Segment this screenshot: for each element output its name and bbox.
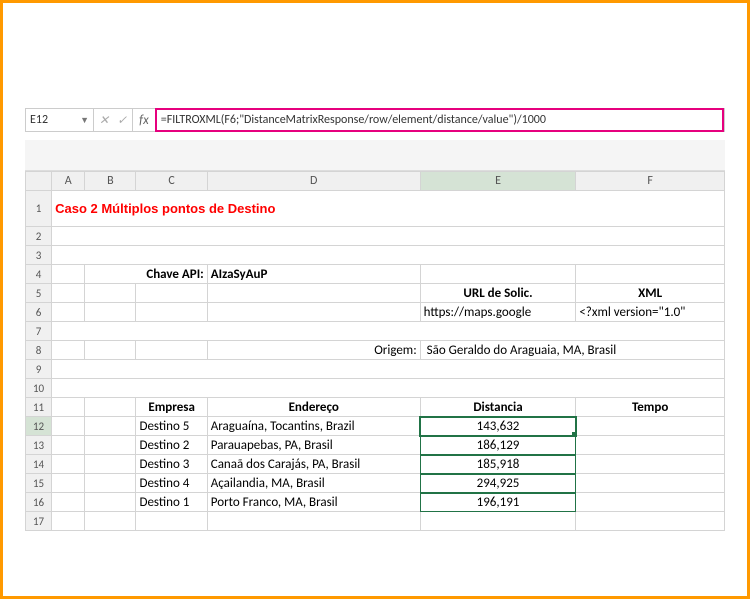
sheet-title[interactable]: Caso 2 Múltiplos pontos de Destino: [52, 191, 725, 227]
select-all-corner[interactable]: [26, 172, 52, 191]
row-header-6[interactable]: 6: [26, 303, 52, 322]
col-header-A[interactable]: A: [52, 172, 85, 191]
cell-endereco[interactable]: Açailandia, MA, Brasil: [207, 474, 420, 493]
origem-label[interactable]: Origem:: [207, 341, 420, 360]
cell-tempo[interactable]: [576, 493, 725, 512]
row-4: 4 Chave API: AIzaSyAuP: [26, 265, 725, 284]
th-distancia[interactable]: Distancia: [420, 398, 576, 417]
cell-endereco[interactable]: Araguaína, Tocantins, Brazil: [207, 417, 420, 436]
col-header-C[interactable]: C: [136, 172, 207, 191]
row-header-14[interactable]: 14: [26, 455, 52, 474]
col-header-D[interactable]: D: [207, 172, 420, 191]
url-value[interactable]: https://maps.google: [420, 303, 576, 322]
row-header-2[interactable]: 2: [26, 227, 52, 246]
row-header-10[interactable]: 10: [26, 379, 52, 398]
table-row: 14 Destino 3 Canaã dos Carajás, PA, Bras…: [26, 455, 725, 474]
formula-enter-icon[interactable]: ✓: [117, 113, 127, 128]
xml-header[interactable]: XML: [576, 284, 725, 303]
row-header-11[interactable]: 11: [26, 398, 52, 417]
cell-empresa[interactable]: Destino 2: [136, 436, 207, 455]
fill-handle-icon[interactable]: [572, 432, 576, 436]
cell-tempo[interactable]: [576, 455, 725, 474]
cell-distancia[interactable]: 185,918: [420, 455, 576, 474]
row-header-13[interactable]: 13: [26, 436, 52, 455]
cell-empresa[interactable]: Destino 1: [136, 493, 207, 512]
origem-value[interactable]: São Geraldo do Araguaia, MA, Brasil: [420, 341, 724, 360]
row-header-9[interactable]: 9: [26, 360, 52, 379]
row-header-3[interactable]: 3: [26, 246, 52, 265]
col-header-F[interactable]: F: [576, 172, 725, 191]
cell-empresa[interactable]: Destino 4: [136, 474, 207, 493]
name-box-text: E12: [30, 113, 80, 127]
name-box[interactable]: E12 ▼: [26, 109, 94, 131]
formula-input[interactable]: =FILTROXML(F6;"DistanceMatrixResponse/ro…: [155, 108, 724, 132]
formula-bar: E12 ▼ ✕ ✓ fx =FILTROXML(F6;"DistanceMatr…: [25, 108, 725, 132]
cell-distancia[interactable]: 186,129: [420, 436, 576, 455]
row-header-12[interactable]: 12: [26, 417, 52, 436]
cell-empresa[interactable]: Destino 3: [136, 455, 207, 474]
table-row: 15 Destino 4 Açailandia, MA, Brasil 294,…: [26, 474, 725, 493]
spreadsheet-grid[interactable]: A B C D E F 1 Caso 2 Múltiplos pontos de…: [25, 171, 725, 531]
row-header-7[interactable]: 7: [26, 322, 52, 341]
row-1: 1 Caso 2 Múltiplos pontos de Destino: [26, 191, 725, 227]
xml-value[interactable]: <?xml version="1.0": [576, 303, 725, 322]
cell-distancia[interactable]: 294,925: [420, 474, 576, 493]
th-empresa[interactable]: Empresa: [136, 398, 207, 417]
row-header-8[interactable]: 8: [26, 341, 52, 360]
api-label[interactable]: Chave API:: [85, 265, 208, 284]
row-8: 8 Origem: São Geraldo do Araguaia, MA, B…: [26, 341, 725, 360]
col-header-B[interactable]: B: [85, 172, 136, 191]
row-11-headers: 11 Empresa Endereço Distancia Tempo: [26, 398, 725, 417]
table-row: 13 Destino 2 Parauapebas, PA, Brasil 186…: [26, 436, 725, 455]
table-row: 16 Destino 1 Porto Franco, MA, Brasil 19…: [26, 493, 725, 512]
th-tempo[interactable]: Tempo: [576, 398, 725, 417]
formula-cancel-icon[interactable]: ✕: [99, 113, 109, 128]
row-header-4[interactable]: 4: [26, 265, 52, 284]
window-frame: E12 ▼ ✕ ✓ fx =FILTROXML(F6;"DistanceMatr…: [0, 0, 750, 599]
cell-endereco[interactable]: Canaã dos Carajás, PA, Brasil: [207, 455, 420, 474]
row-header-15[interactable]: 15: [26, 474, 52, 493]
th-endereco[interactable]: Endereço: [207, 398, 420, 417]
row-header-1[interactable]: 1: [26, 191, 52, 227]
column-headers: A B C D E F: [26, 172, 725, 191]
url-header[interactable]: URL de Solic.: [420, 284, 576, 303]
row-5: 5 URL de Solic. XML: [26, 284, 725, 303]
name-box-dropdown-icon[interactable]: ▼: [80, 115, 89, 126]
formula-buttons: ✕ ✓: [94, 109, 133, 131]
ribbon-gap: [25, 140, 725, 171]
api-key[interactable]: AIzaSyAuP: [207, 265, 420, 284]
cell-endereco[interactable]: Porto Franco, MA, Brasil: [207, 493, 420, 512]
row-header-17[interactable]: 17: [26, 512, 52, 531]
row-6: 6 https://maps.google <?xml version="1.0…: [26, 303, 725, 322]
cell-distancia[interactable]: 196,191: [420, 493, 576, 512]
content-area: E12 ▼ ✕ ✓ fx =FILTROXML(F6;"DistanceMatr…: [25, 108, 725, 531]
cell-distancia-selected[interactable]: 143,632: [420, 417, 576, 436]
fx-icon[interactable]: fx: [133, 113, 155, 128]
table-row: 12 Destino 5 Araguaína, Tocantins, Brazi…: [26, 417, 725, 436]
cell-endereco[interactable]: Parauapebas, PA, Brasil: [207, 436, 420, 455]
col-header-E[interactable]: E: [420, 172, 576, 191]
cell-tempo[interactable]: [576, 436, 725, 455]
row-header-5[interactable]: 5: [26, 284, 52, 303]
row-header-16[interactable]: 16: [26, 493, 52, 512]
cell-tempo[interactable]: [576, 474, 725, 493]
cell-empresa[interactable]: Destino 5: [136, 417, 207, 436]
cell-tempo[interactable]: [576, 417, 725, 436]
